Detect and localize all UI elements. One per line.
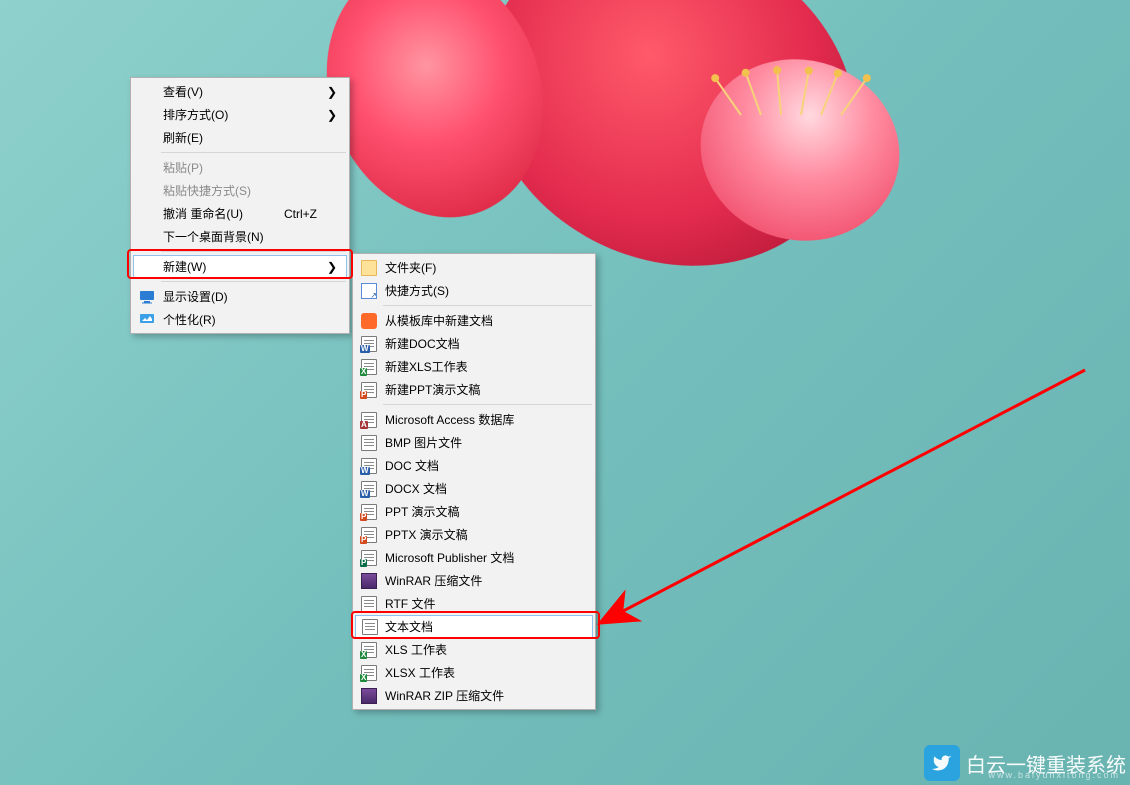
menu-label: 新建(W)	[163, 258, 206, 275]
pptx-icon: P	[361, 527, 377, 543]
menu-label: DOCX 文档	[385, 480, 447, 497]
submenu-item-bmp[interactable]: BMP 图片文件	[355, 431, 593, 454]
txt-icon	[362, 619, 378, 635]
access-icon: A	[361, 412, 377, 428]
menu-item-sort[interactable]: 排序方式(O) ❯	[133, 103, 347, 126]
menu-label: 文本文档	[385, 618, 433, 635]
submenu-item-txt[interactable]: 文本文档	[355, 615, 593, 638]
submenu-item-publisher[interactable]: P Microsoft Publisher 文档	[355, 546, 593, 569]
submenu-item-new-xls[interactable]: X 新建XLS工作表	[355, 355, 593, 378]
menu-item-next-wallpaper[interactable]: 下一个桌面背景(N)	[133, 225, 347, 248]
menu-item-new[interactable]: 新建(W) ❯	[133, 255, 347, 278]
submenu-item-new-doc[interactable]: W 新建DOC文档	[355, 332, 593, 355]
menu-separator	[161, 281, 346, 282]
menu-label: PPT 演示文稿	[385, 503, 459, 520]
ppt-icon: P	[361, 382, 377, 398]
menu-label: 新建XLS工作表	[385, 358, 468, 375]
menu-label: Microsoft Access 数据库	[385, 411, 514, 428]
new-submenu: 文件夹(F) 快捷方式(S) 从模板库中新建文档 W 新建DOC文档 X 新建X…	[352, 253, 596, 710]
menu-label: 查看(V)	[163, 83, 203, 100]
chevron-right-icon: ❯	[327, 260, 337, 274]
submenu-item-shortcut[interactable]: 快捷方式(S)	[355, 279, 593, 302]
submenu-item-xls[interactable]: X XLS 工作表	[355, 638, 593, 661]
menu-label: 粘贴(P)	[163, 159, 203, 176]
desktop-context-menu: 查看(V) ❯ 排序方式(O) ❯ 刷新(E) 粘贴(P) 粘贴快捷方式(S) …	[130, 77, 350, 334]
submenu-item-ppt[interactable]: P PPT 演示文稿	[355, 500, 593, 523]
menu-label: WinRAR ZIP 压缩文件	[385, 687, 504, 704]
personalize-icon	[139, 312, 155, 328]
submenu-item-folder[interactable]: 文件夹(F)	[355, 256, 593, 279]
menu-label: 粘贴快捷方式(S)	[163, 182, 251, 199]
menu-separator	[161, 152, 346, 153]
chevron-right-icon: ❯	[327, 85, 337, 99]
doc-icon: W	[361, 336, 377, 352]
menu-label: 下一个桌面背景(N)	[163, 228, 264, 245]
menu-label: XLSX 工作表	[385, 664, 455, 681]
menu-label: 新建DOC文档	[385, 335, 460, 352]
submenu-item-docx[interactable]: W DOCX 文档	[355, 477, 593, 500]
ppt-icon: P	[361, 504, 377, 520]
menu-label: XLS 工作表	[385, 641, 447, 658]
menu-label: BMP 图片文件	[385, 434, 462, 451]
wps-template-icon	[361, 313, 377, 329]
submenu-item-doc[interactable]: W DOC 文档	[355, 454, 593, 477]
submenu-item-xlsx[interactable]: X XLSX 工作表	[355, 661, 593, 684]
submenu-item-rar[interactable]: WinRAR 压缩文件	[355, 569, 593, 592]
menu-label: WinRAR 压缩文件	[385, 572, 482, 589]
menu-label: Microsoft Publisher 文档	[385, 549, 514, 566]
rtf-icon	[361, 596, 377, 612]
menu-label: DOC 文档	[385, 457, 439, 474]
menu-item-paste: 粘贴(P)	[133, 156, 347, 179]
menu-item-paste-shortcut: 粘贴快捷方式(S)	[133, 179, 347, 202]
menu-item-view[interactable]: 查看(V) ❯	[133, 80, 347, 103]
flower-stamen	[720, 70, 890, 190]
menu-item-personalize[interactable]: 个性化(R)	[133, 308, 347, 331]
menu-item-undo-rename[interactable]: 撤消 重命名(U) Ctrl+Z	[133, 202, 347, 225]
submenu-item-wps-template[interactable]: 从模板库中新建文档	[355, 309, 593, 332]
docx-icon: W	[361, 481, 377, 497]
submenu-item-pptx[interactable]: P PPTX 演示文稿	[355, 523, 593, 546]
menu-label: 刷新(E)	[163, 129, 203, 146]
menu-label: PPTX 演示文稿	[385, 526, 468, 543]
submenu-item-zip[interactable]: WinRAR ZIP 压缩文件	[355, 684, 593, 707]
submenu-item-rtf[interactable]: RTF 文件	[355, 592, 593, 615]
doc-icon: W	[361, 458, 377, 474]
menu-label: 从模板库中新建文档	[385, 312, 493, 329]
menu-label: 显示设置(D)	[163, 288, 228, 305]
watermark-logo-icon	[924, 745, 960, 781]
submenu-item-new-ppt[interactable]: P 新建PPT演示文稿	[355, 378, 593, 401]
publisher-icon: P	[361, 550, 377, 566]
zip-icon	[361, 688, 377, 704]
xls-icon: X	[361, 359, 377, 375]
menu-item-refresh[interactable]: 刷新(E)	[133, 126, 347, 149]
menu-separator	[161, 251, 346, 252]
menu-item-display-settings[interactable]: 显示设置(D)	[133, 285, 347, 308]
shortcut-icon	[361, 283, 377, 299]
menu-separator	[383, 305, 592, 306]
menu-label: 撤消 重命名(U)	[163, 205, 243, 222]
menu-label: 新建PPT演示文稿	[385, 381, 480, 398]
xlsx-icon: X	[361, 665, 377, 681]
rar-icon	[361, 573, 377, 589]
menu-label: RTF 文件	[385, 595, 435, 612]
menu-label: 排序方式(O)	[163, 106, 228, 123]
menu-label: 文件夹(F)	[385, 259, 436, 276]
menu-separator	[383, 404, 592, 405]
menu-label: 个性化(R)	[163, 311, 216, 328]
display-settings-icon	[139, 289, 155, 305]
submenu-item-access[interactable]: A Microsoft Access 数据库	[355, 408, 593, 431]
xls-icon: X	[361, 642, 377, 658]
menu-label: 快捷方式(S)	[385, 282, 449, 299]
watermark-subtext: www.baiyunxitong.com	[988, 770, 1120, 780]
folder-icon	[361, 260, 377, 276]
menu-shortcut: Ctrl+Z	[284, 207, 317, 221]
chevron-right-icon: ❯	[327, 108, 337, 122]
watermark: 白云一键重装系统 www.baiyunxitong.com	[924, 745, 1126, 781]
bmp-icon	[361, 435, 377, 451]
